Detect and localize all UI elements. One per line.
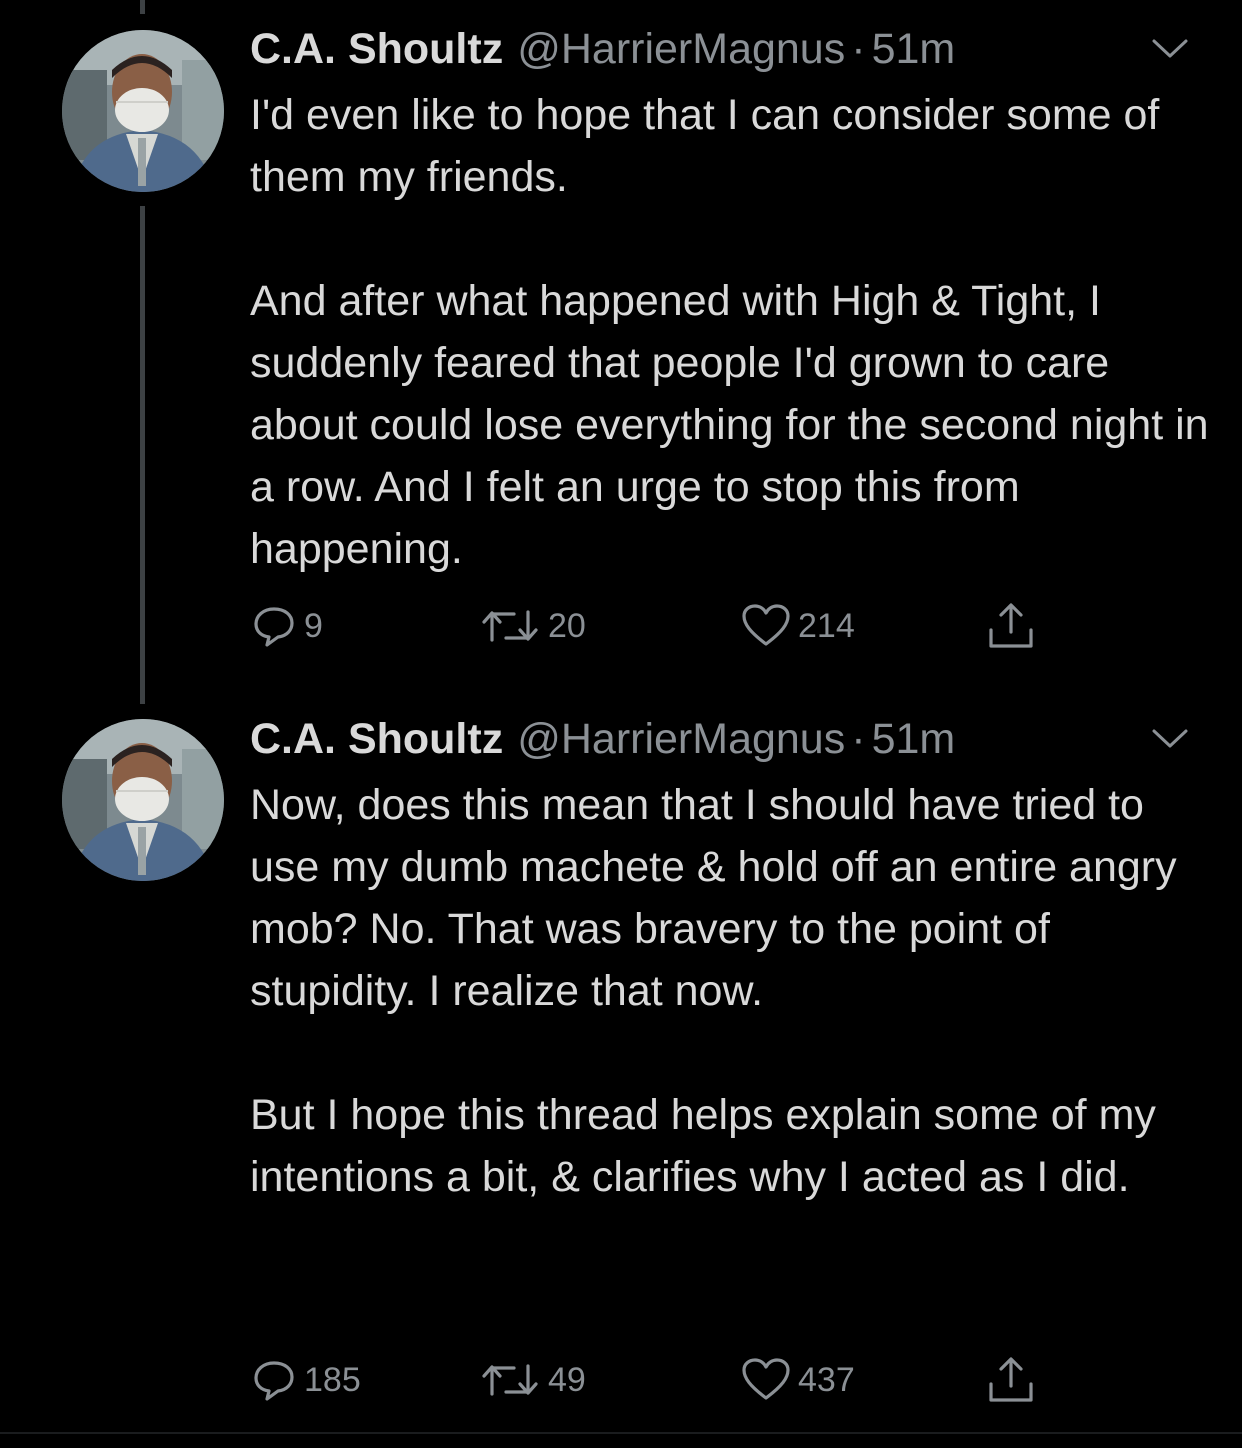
share-icon: [985, 1354, 1037, 1406]
tweet-text: I'd even like to hope that I can conside…: [250, 84, 1210, 580]
tweet-paragraph: Now, does this mean that I should have t…: [250, 781, 1177, 1015]
reply-icon: [250, 1356, 298, 1404]
timestamp[interactable]: 51m: [872, 715, 956, 764]
display-name[interactable]: C.A. Shoultz: [250, 25, 503, 74]
bottom-divider: [0, 1432, 1242, 1434]
tweet-header: C.A. Shoultz @HarrierMagnus · 51m: [250, 709, 955, 769]
like-count: 214: [798, 606, 855, 645]
display-name[interactable]: C.A. Shoultz: [250, 715, 503, 764]
timestamp[interactable]: 51m: [872, 25, 956, 74]
tweet[interactable]: C.A. Shoultz @HarrierMagnus · 51m I'd ev…: [0, 0, 1242, 700]
tweet-paragraph: And after what happened with High & Tigh…: [250, 277, 1209, 573]
retweet-count: 20: [548, 606, 586, 645]
retweet-button[interactable]: 20: [478, 596, 586, 656]
user-handle[interactable]: @HarrierMagnus: [517, 715, 845, 764]
tweet-text: Now, does this mean that I should have t…: [250, 774, 1210, 1208]
share-button[interactable]: [985, 1350, 1037, 1410]
tweet-header: C.A. Shoultz @HarrierMagnus · 51m: [250, 19, 955, 79]
reply-icon: [250, 602, 298, 650]
chevron-down-icon[interactable]: [1150, 726, 1190, 752]
avatar[interactable]: [62, 30, 224, 192]
retweet-icon: [478, 1356, 542, 1404]
heart-icon: [740, 602, 792, 650]
share-button[interactable]: [985, 596, 1037, 656]
tweet-paragraph: I'd even like to hope that I can conside…: [250, 91, 1160, 201]
avatar[interactable]: [62, 719, 224, 881]
user-handle[interactable]: @HarrierMagnus: [517, 25, 845, 74]
share-icon: [985, 600, 1037, 652]
tweet-actions: 185 49 437: [250, 1350, 1150, 1410]
chevron-down-icon[interactable]: [1150, 36, 1190, 62]
reply-button[interactable]: 9: [250, 596, 323, 656]
retweet-icon: [478, 602, 542, 650]
reply-count: 9: [304, 606, 323, 645]
retweet-button[interactable]: 49: [478, 1350, 586, 1410]
separator: ·: [851, 714, 866, 763]
tweet-actions: 9 20 214: [250, 596, 1150, 656]
heart-icon: [740, 1356, 792, 1404]
retweet-count: 49: [548, 1360, 586, 1399]
separator: ·: [851, 24, 866, 73]
like-button[interactable]: 214: [740, 596, 855, 656]
reply-button[interactable]: 185: [250, 1350, 361, 1410]
like-count: 437: [798, 1360, 855, 1399]
tweet-paragraph: But I hope this thread helps explain som…: [250, 1091, 1156, 1201]
like-button[interactable]: 437: [740, 1350, 855, 1410]
reply-count: 185: [304, 1360, 361, 1399]
tweet[interactable]: C.A. Shoultz @HarrierMagnus · 51m Now, d…: [0, 700, 1242, 1440]
